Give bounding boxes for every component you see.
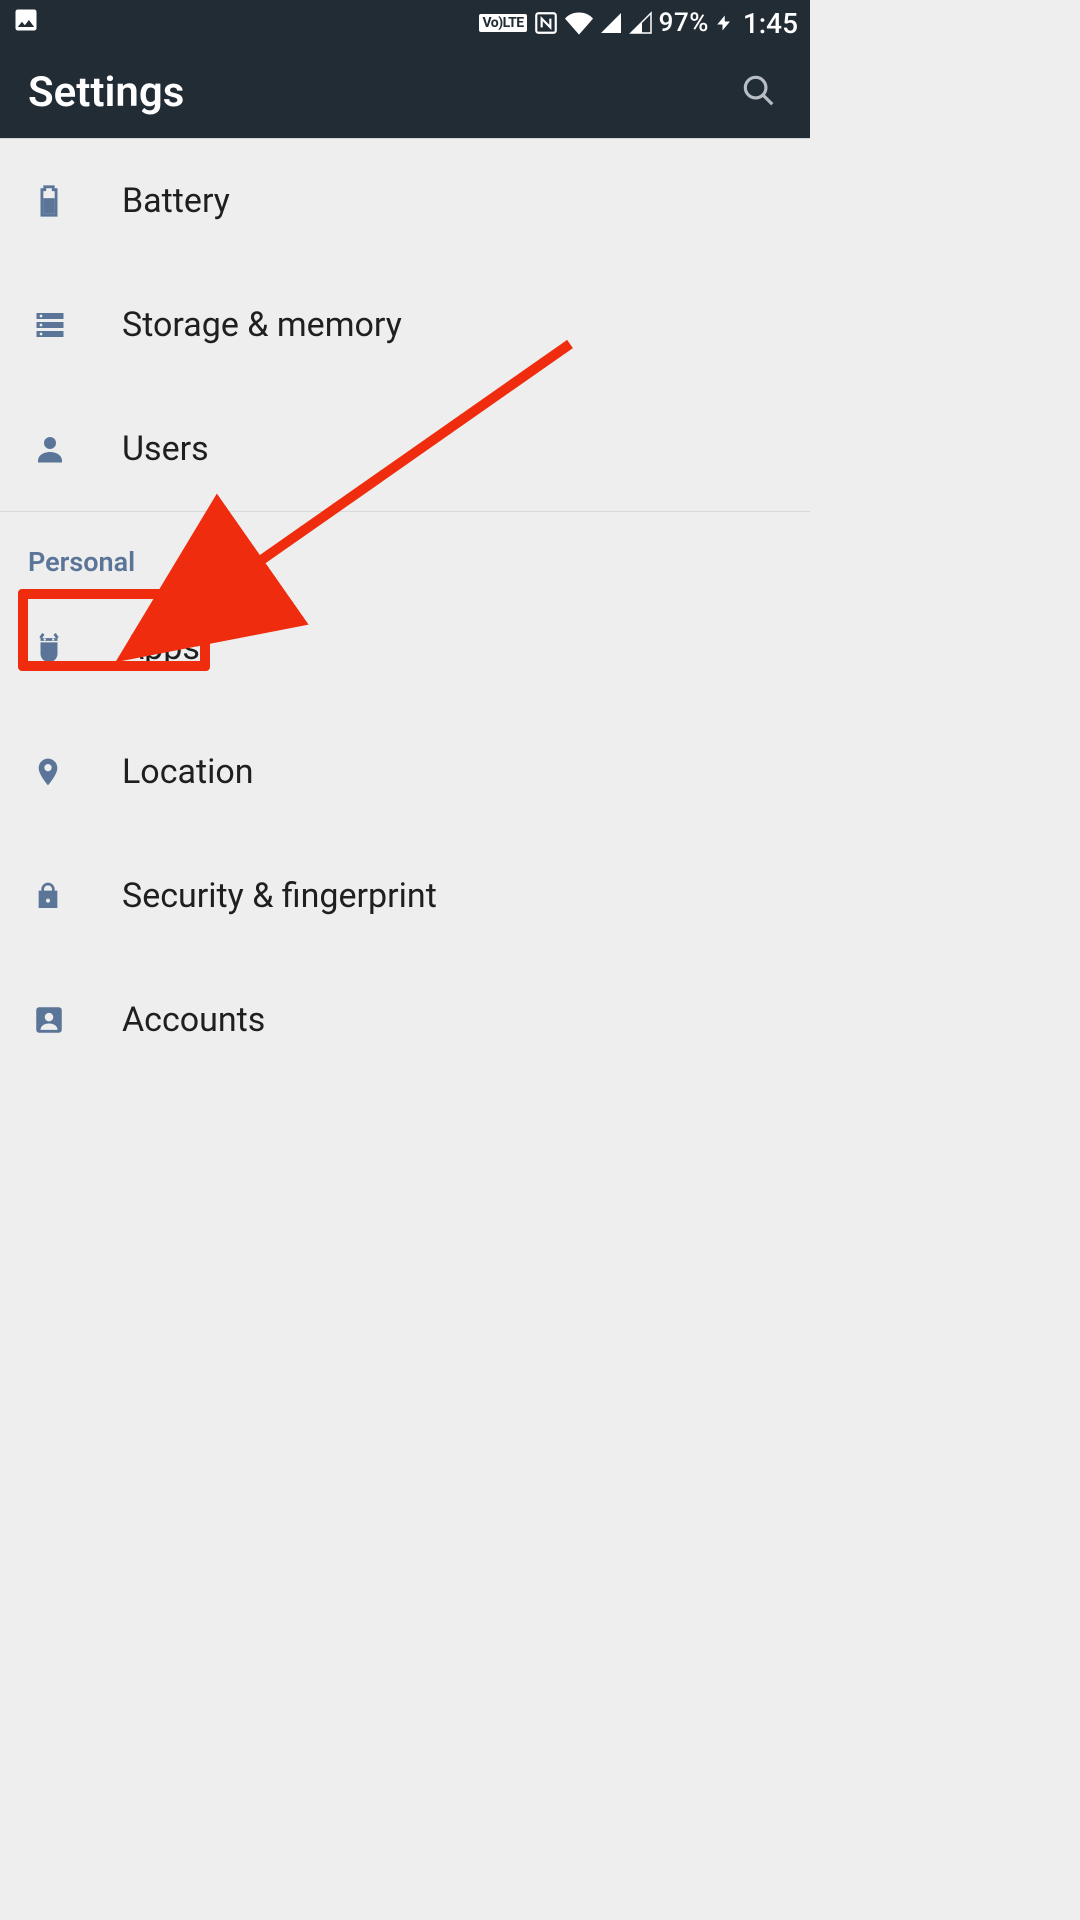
search-icon [739, 71, 777, 113]
row-location[interactable]: Location [0, 710, 810, 834]
page-title: Settings [28, 68, 184, 117]
row-accounts[interactable]: Accounts [0, 958, 810, 1082]
storage-icon [32, 307, 122, 343]
volte-icon: Vo)LTE [479, 14, 526, 32]
row-label: Storage & memory [122, 305, 402, 345]
row-label: Location [122, 752, 254, 792]
clock: 1:45 [743, 7, 798, 40]
location-icon [32, 752, 122, 792]
apps-icon [32, 629, 122, 667]
user-icon [32, 431, 122, 467]
row-label: Apps [122, 628, 200, 668]
nfc-icon [533, 10, 559, 36]
battery-percent: 97% [659, 8, 709, 38]
row-label: Accounts [122, 1000, 265, 1040]
row-apps[interactable]: Apps [0, 586, 810, 710]
row-label: Users [122, 429, 209, 469]
app-bar: Settings [0, 46, 810, 138]
row-label: Battery [122, 181, 230, 221]
settings-list: Battery Storage & memory Users Personal … [0, 139, 810, 1082]
row-battery[interactable]: Battery [0, 139, 810, 263]
signal-icon-2 [629, 11, 653, 35]
charging-icon [715, 9, 733, 37]
battery-icon [32, 180, 122, 222]
section-header-personal: Personal [0, 512, 810, 586]
search-button[interactable] [734, 68, 782, 116]
row-label: Security & fingerprint [122, 876, 437, 916]
signal-icon [599, 11, 623, 35]
status-bar: Vo)LTE 97% 1:45 [0, 0, 810, 46]
accounts-icon [32, 1003, 122, 1037]
wifi-icon [565, 9, 593, 37]
lock-icon [32, 877, 122, 915]
row-security[interactable]: Security & fingerprint [0, 834, 810, 958]
row-storage[interactable]: Storage & memory [0, 263, 810, 387]
row-users[interactable]: Users [0, 387, 810, 511]
picture-icon [12, 6, 40, 41]
